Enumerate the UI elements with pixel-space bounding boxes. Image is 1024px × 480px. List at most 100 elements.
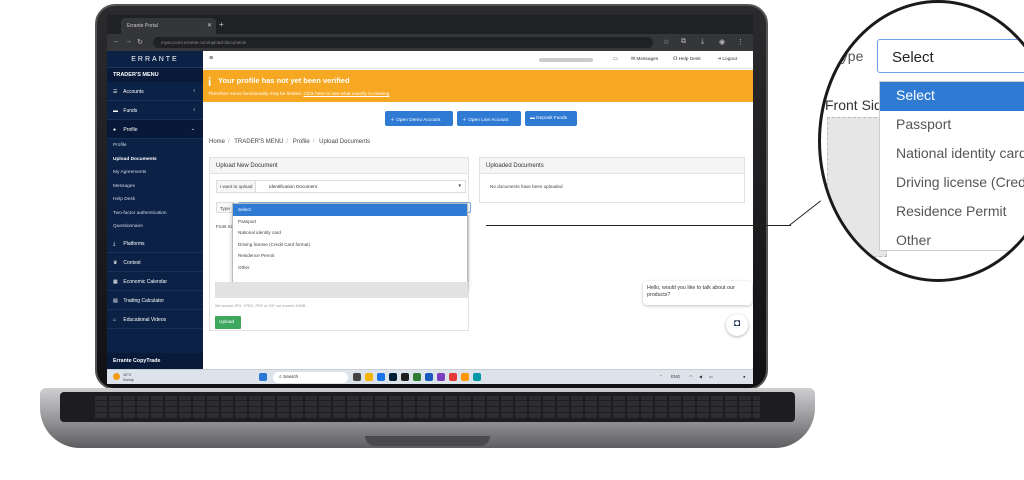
breadcrumb-profile[interactable]: Profile <box>293 139 310 145</box>
sidebar-subitem-questionnaire[interactable]: Questionnaire <box>107 220 203 234</box>
button-label: Open Demo Account <box>396 118 441 123</box>
chevron-left-icon: ‹ <box>193 88 195 94</box>
flag-icon[interactable]: ▭ <box>613 57 618 62</box>
open-live-account-button[interactable]: ＋ Open Live Account <box>457 111 521 126</box>
browser-tab-bar: Errante Portal ✕ + <box>107 15 753 34</box>
sidebar-item-accounts[interactable]: ☰ Accounts ‹ <box>107 82 203 101</box>
breadcrumb-upload-documents: Upload Documents <box>319 139 371 145</box>
breadcrumb-traders-menu[interactable]: TRADER'S MENU <box>234 139 283 145</box>
close-tab-icon[interactable]: ✕ <box>207 22 212 29</box>
extensions-icon[interactable]: ⧉ <box>681 38 686 46</box>
dropdown-option-national-id[interactable]: National identity card <box>233 227 467 239</box>
user-icon: ● <box>113 127 117 133</box>
star-icon[interactable]: ☆ <box>663 38 669 46</box>
dropdown-option-other[interactable]: Other <box>233 262 467 274</box>
logout-link[interactable]: ⇥ Logout <box>717 57 737 62</box>
logo[interactable]: ERRANTE <box>107 51 203 68</box>
dropdown-option-residence-permit[interactable]: Residence Permit <box>233 250 467 262</box>
browser-tab[interactable]: Errante Portal ✕ <box>121 18 216 34</box>
sidebar-item-economic-calendar[interactable]: ▦ Economic Calendar <box>107 272 203 291</box>
battery-icon[interactable]: ▭ <box>709 374 713 379</box>
top-bar: ≡ ▭ ✉ Messages ☊ Help Desk ⇥ Logout <box>203 51 753 69</box>
notification-icon[interactable]: ● <box>743 374 746 379</box>
callout-line <box>486 225 791 226</box>
sidebar-subitem-my-agreements[interactable]: My Agreements <box>107 166 203 180</box>
app-icon[interactable] <box>437 373 445 381</box>
user-name-blurred <box>539 58 593 62</box>
upload-button[interactable]: Upload <box>215 316 241 329</box>
download-icon[interactable]: ⤓ <box>701 38 704 46</box>
sidebar-subitem-messages[interactable]: Messages <box>107 180 203 194</box>
calculator-icon: ▤ <box>113 297 118 304</box>
banner-text: Therefore some functionality may be limi… <box>208 92 389 97</box>
banner-link[interactable]: Click here to see what exactly is missin… <box>303 92 389 97</box>
info-icon: i <box>208 75 212 89</box>
chrome-icon[interactable] <box>377 373 385 381</box>
deposit-funds-button[interactable]: ▬ Deposit Funds <box>525 111 577 126</box>
chevron-left-icon: ‹ <box>193 107 195 113</box>
dropdown-option-driving-license[interactable]: Driving license (Credit Card format) <box>233 239 467 251</box>
vscode-icon[interactable] <box>401 373 409 381</box>
sidebar-subitem-two-factor[interactable]: Two-factor authentication <box>107 207 203 221</box>
app-icon[interactable] <box>461 373 469 381</box>
open-demo-account-button[interactable]: ＋ Open Demo Account <box>385 111 453 126</box>
photoshop-icon[interactable] <box>389 373 397 381</box>
sidebar-item-copytrade[interactable]: Errante CopyTrade <box>107 353 203 369</box>
banner-text-main: Therefore some functionality may be limi… <box>208 92 303 97</box>
app-icon[interactable] <box>473 373 481 381</box>
file-explorer-icon[interactable] <box>365 373 373 381</box>
download-icon: ⤓ <box>113 240 116 247</box>
language-indicator[interactable]: ENG <box>671 374 680 379</box>
excel-icon[interactable] <box>413 373 421 381</box>
dropdown-option-passport[interactable]: Passport <box>233 216 467 228</box>
tray-chevron-icon[interactable]: ⌃ <box>659 374 663 379</box>
sidebar-item-contest[interactable]: ♛ Contest <box>107 253 203 272</box>
chat-icon[interactable]: ◘ <box>726 314 748 336</box>
new-tab-icon[interactable]: + <box>219 20 224 29</box>
caret-down-icon: ▾ <box>458 183 461 189</box>
file-drop-area[interactable] <box>215 282 468 298</box>
taskbar-search[interactable]: ⌕ Search <box>273 372 348 383</box>
word-icon[interactable] <box>425 373 433 381</box>
sidebar-item-trading-calculator[interactable]: ▤ Trading Calculator <box>107 291 203 310</box>
menu-icon[interactable]: ⋮ <box>737 38 744 46</box>
wifi-icon[interactable]: ◠ <box>689 374 693 379</box>
sidebar-item-profile[interactable]: ● Profile ⌄ <box>107 120 203 139</box>
sidebar-item-platforms[interactable]: ⤓ Platforms <box>107 234 203 253</box>
dropdown-option-select[interactable]: Select <box>233 204 467 216</box>
profile-icon[interactable]: ◉ <box>719 38 725 46</box>
calendar-icon: ▦ <box>113 278 118 285</box>
sidebar-item-educational-videos[interactable]: ⌂ Educational Videos <box>107 310 203 329</box>
sidebar-item-label: Contest <box>123 259 141 266</box>
sidebar-subitem-upload-documents[interactable]: Upload Documents <box>107 153 203 167</box>
document-category-select[interactable]: I want to upload Identification Document… <box>216 180 466 193</box>
zoom-upload-area <box>827 117 887 257</box>
button-label: Deposit Funds <box>536 116 568 121</box>
task-view-icon[interactable] <box>353 373 361 381</box>
sidebar-item-funds[interactable]: ▬ Funds ‹ <box>107 101 203 120</box>
banner-title: Your profile has not yet been verified <box>218 76 350 85</box>
back-icon[interactable]: ← <box>113 38 120 45</box>
hamburger-icon[interactable]: ≡ <box>209 55 213 62</box>
app-icon[interactable] <box>449 373 457 381</box>
chat-greeting[interactable]: Hello, would you like to talk about our … <box>643 281 752 305</box>
breadcrumb: Home / TRADER'S MENU / Profile / Upload Doc… <box>209 139 371 145</box>
help-desk-link[interactable]: ☊ Help Desk <box>673 57 701 62</box>
logout-label: Logout <box>722 57 738 62</box>
taskbar-search-label: Search <box>283 375 299 380</box>
zoom-option-residence-permit: Residence Permit <box>896 203 1007 219</box>
breadcrumb-home[interactable]: Home <box>209 139 225 145</box>
volume-icon[interactable]: ◀ <box>699 374 702 379</box>
messages-link[interactable]: ✉ Messages <box>631 57 658 62</box>
windows-start-icon[interactable] <box>259 373 267 381</box>
sidebar-subitem-profile[interactable]: Profile <box>107 139 203 153</box>
wallet-icon: ▬ <box>530 116 535 121</box>
url-field[interactable]: myaccount.errante.com/upload-documents <box>153 37 653 48</box>
sidebar-item-label: Trading Calculator <box>123 297 164 304</box>
reload-icon[interactable]: ↻ <box>137 38 143 46</box>
help-desk-label: Help Desk <box>678 57 701 62</box>
forward-icon[interactable]: → <box>125 38 132 45</box>
upload-hint: We accept JPG, JPEG, PDF or GIF not exce… <box>215 304 306 308</box>
sidebar-item-label: Educational Videos <box>123 316 167 323</box>
sidebar-subitem-help-desk[interactable]: Help Desk <box>107 193 203 207</box>
